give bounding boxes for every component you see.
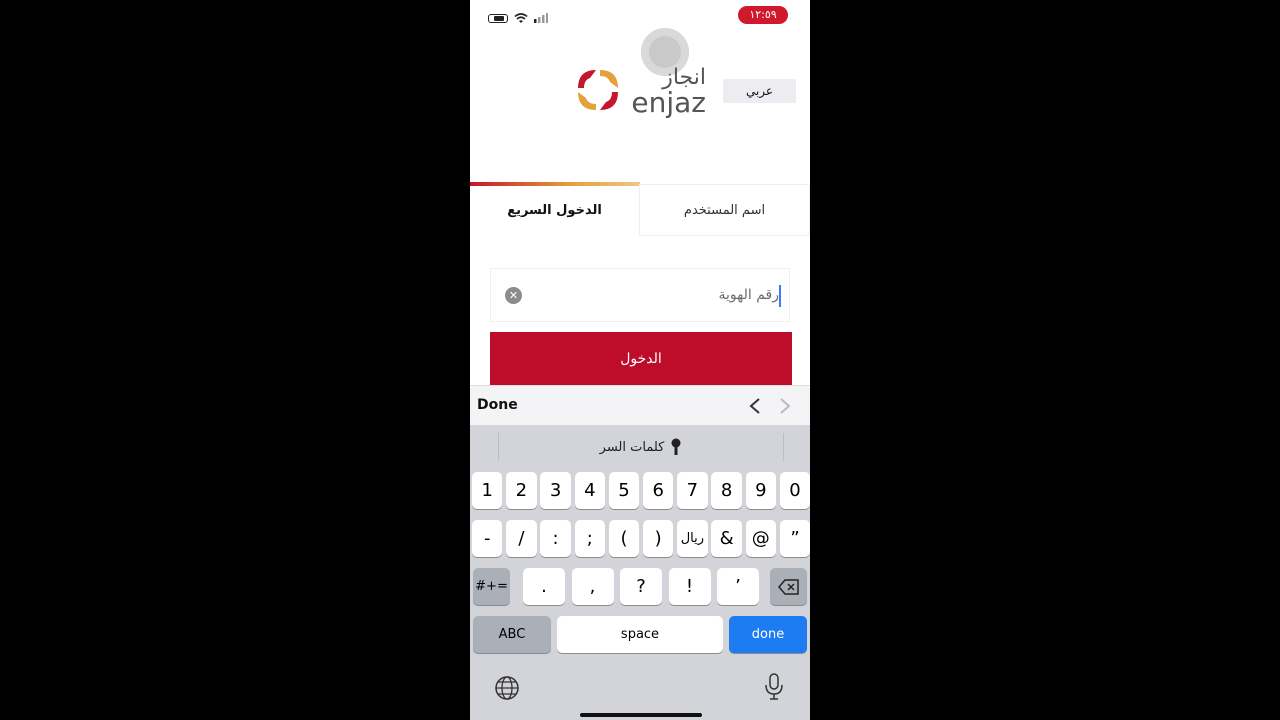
- password-suggestion-bar[interactable]: كلمات السر: [498, 433, 784, 461]
- delete-key[interactable]: [770, 568, 807, 605]
- chevron-left-icon[interactable]: [748, 397, 762, 415]
- numeric-keyboard: كلمات السر 1234567890 - /:;() ريال & @” #+= …: [470, 425, 810, 720]
- key-number[interactable]: 6: [643, 472, 674, 509]
- tab-quick-login[interactable]: الدخول السريع: [470, 184, 639, 236]
- status-icons: [488, 10, 548, 26]
- key-symbol[interactable]: (: [608, 520, 640, 557]
- key-number[interactable]: 3: [540, 472, 571, 509]
- symbols-mode-key[interactable]: #+=: [473, 568, 510, 605]
- key-number[interactable]: 5: [608, 472, 640, 509]
- tab-username[interactable]: اسم المستخدم: [639, 184, 810, 236]
- enjaz-logo: انجاز enjaz: [570, 58, 720, 122]
- key-number[interactable]: 2: [506, 472, 537, 509]
- key-symbol[interactable]: -: [472, 520, 503, 557]
- key-number[interactable]: 1: [472, 472, 503, 509]
- key-number[interactable]: 0: [779, 472, 810, 509]
- key-symbol[interactable]: &: [711, 520, 742, 557]
- key-symbol[interactable]: ): [643, 520, 674, 557]
- key-number[interactable]: 8: [711, 472, 742, 509]
- key-punctuation[interactable]: .: [523, 568, 565, 605]
- keyboard-accessory-bar: Done: [470, 385, 810, 425]
- key-number[interactable]: 4: [574, 472, 605, 509]
- login-button[interactable]: الدخول: [490, 332, 792, 385]
- battery-icon: [488, 13, 508, 23]
- home-indicator: [580, 713, 702, 717]
- key-symbol[interactable]: /: [506, 520, 537, 557]
- key-punctuation[interactable]: ’: [717, 568, 759, 605]
- login-tabs: الدخول السريع اسم المستخدم: [470, 184, 810, 236]
- key-punctuation[interactable]: !: [668, 568, 711, 605]
- space-key[interactable]: space: [557, 616, 723, 653]
- clear-icon[interactable]: ✕: [505, 287, 522, 304]
- text-caret: [779, 285, 781, 307]
- id-number-placeholder: رقم الهوية: [718, 287, 779, 303]
- key-punctuation[interactable]: ,: [571, 568, 614, 605]
- language-button[interactable]: عربي: [723, 79, 796, 103]
- phone-screen: ١٢:٥٩ انجاز enjaz عربي الدخول السريع اسم…: [470, 0, 810, 720]
- key-icon: [671, 438, 681, 455]
- key-symbol[interactable]: @: [745, 520, 776, 557]
- id-number-field[interactable]: رقم الهوية ✕: [490, 268, 790, 322]
- key-symbol[interactable]: ;: [574, 520, 605, 557]
- chevron-right-icon[interactable]: [778, 397, 792, 415]
- globe-icon[interactable]: [494, 675, 520, 701]
- key-symbol[interactable]: :: [540, 520, 571, 557]
- wifi-icon: [514, 12, 528, 23]
- key-punctuation[interactable]: ?: [620, 568, 662, 605]
- abc-key[interactable]: ABC: [473, 616, 551, 653]
- key-number[interactable]: 7: [677, 472, 708, 509]
- signal-icon: [534, 13, 548, 23]
- password-bar-label: كلمات السر: [599, 439, 665, 455]
- key-number[interactable]: 9: [745, 472, 776, 509]
- microphone-icon[interactable]: [764, 673, 784, 701]
- status-time: ١٢:٥٩: [738, 6, 788, 24]
- key-symbol[interactable]: ”: [779, 520, 810, 557]
- backspace-icon: [777, 578, 799, 595]
- key-symbol[interactable]: ريال: [677, 520, 708, 557]
- logo-latin-text: enjaz: [631, 86, 706, 119]
- done-key[interactable]: done: [729, 616, 807, 653]
- accessory-done-button[interactable]: Done: [477, 397, 518, 413]
